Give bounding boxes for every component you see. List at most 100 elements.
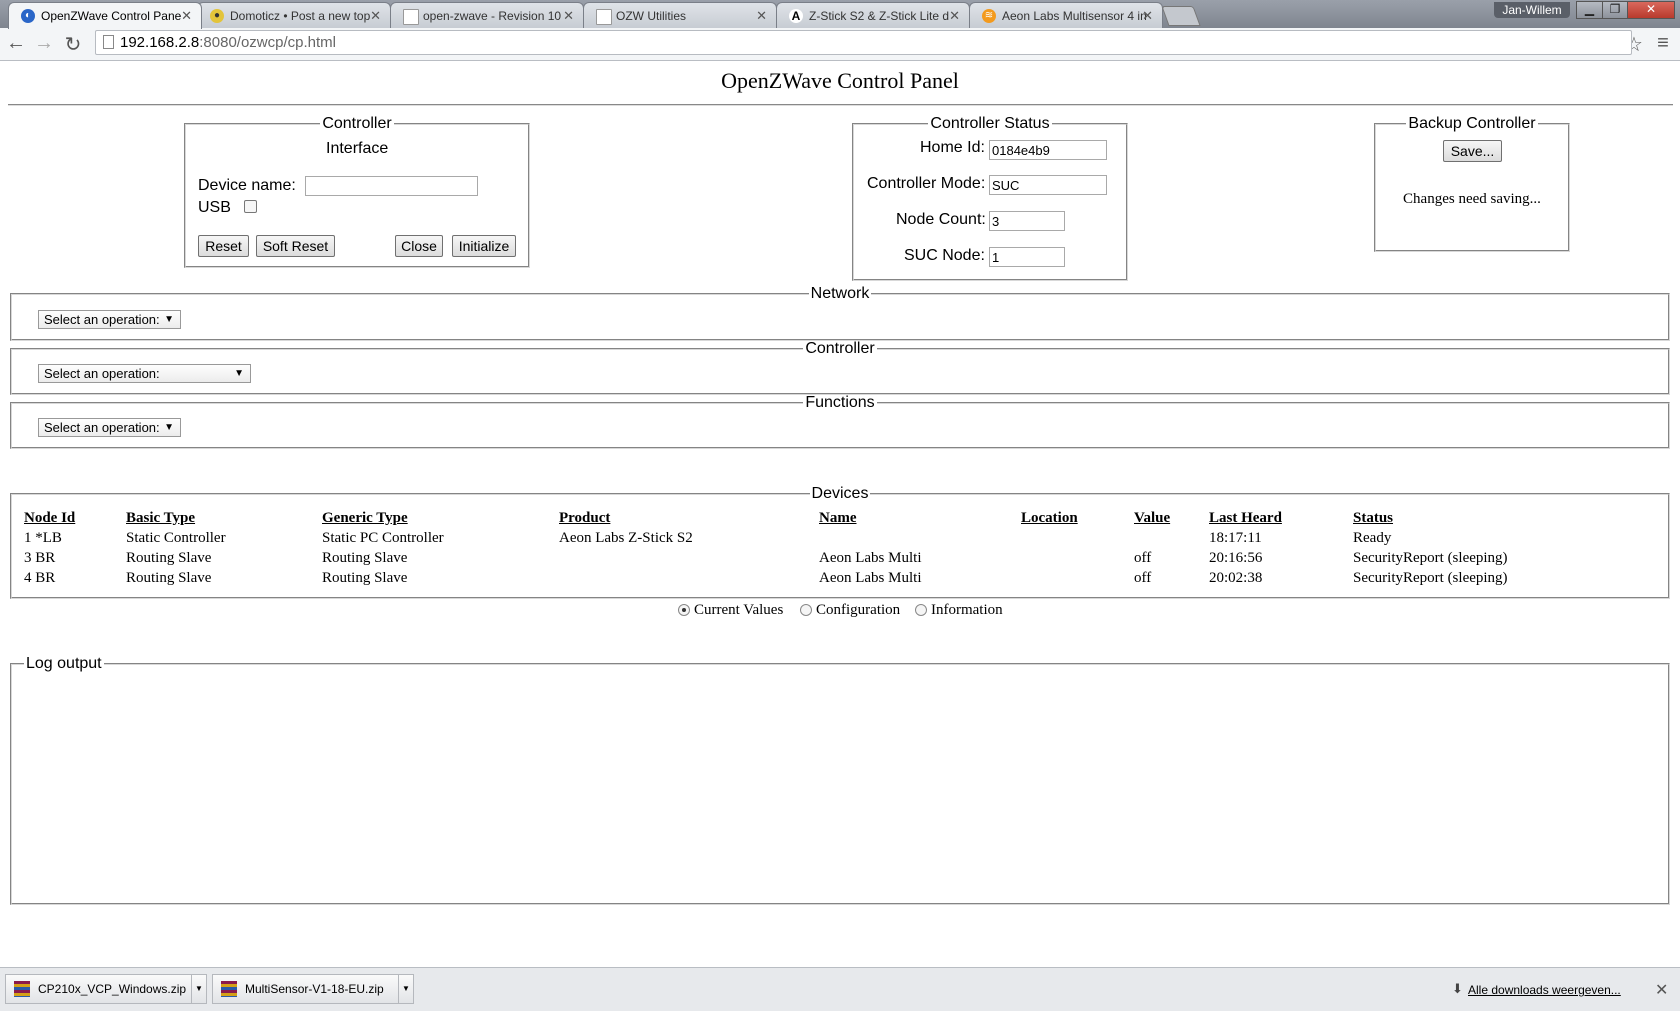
forward-arrow-icon[interactable]: → <box>33 32 55 55</box>
window-close-icon[interactable]: ✕ <box>1627 1 1675 19</box>
status-cell: SecurityReport (sleeping) <box>1353 549 1508 566</box>
tab-domoticz[interactable]: ● Domoticz • Post a new top ✕ <box>197 2 391 28</box>
tab-zstick[interactable]: A Z-Stick S2 & Z-Stick Lite d ✕ <box>776 2 970 28</box>
column-header[interactable]: Last Heard <box>1209 508 1353 528</box>
name-cell: Aeon Labs Multi <box>819 549 922 566</box>
close-download-bar-icon[interactable]: ✕ <box>1655 980 1668 1000</box>
archive-icon <box>221 981 237 997</box>
column-header[interactable]: Location <box>1021 508 1134 528</box>
log-output-box[interactable]: Log output <box>10 655 1670 905</box>
current-values-radio[interactable] <box>678 604 690 616</box>
log-output-legend: Log output <box>26 655 102 672</box>
network-legend: Network <box>810 285 870 302</box>
restore-icon[interactable]: ❐ <box>1602 1 1628 19</box>
profile-name[interactable]: Jan-Willem <box>1494 2 1570 18</box>
dropdown-arrow-icon: ▼ <box>164 314 174 325</box>
column-header[interactable]: Status <box>1353 508 1553 528</box>
generic-type-cell: Static PC Controller <box>322 529 444 546</box>
column-header[interactable]: Generic Type <box>322 508 559 528</box>
minimize-icon[interactable]: ▁ <box>1576 1 1603 19</box>
address-bar[interactable]: 192.168.2.8:8080/ozwcp/cp.html <box>95 30 1632 55</box>
table-row[interactable]: 4 BR Routing Slave Routing Slave Aeon La… <box>24 568 1553 588</box>
basic-type-cell: Routing Slave <box>126 569 212 586</box>
functions-operation-select[interactable]: Select an operation: ▼ <box>38 418 181 437</box>
new-tab-button[interactable] <box>1161 6 1201 26</box>
tab-strip: ◐ OpenZWave Control Pane ✕ ● Domoticz • … <box>0 0 1680 29</box>
title-divider <box>8 104 1673 106</box>
devices-table: Node Id Basic Type Generic Type Product … <box>24 508 1553 588</box>
status-cell: SecurityReport (sleeping) <box>1353 569 1508 586</box>
location-cell <box>1021 548 1134 568</box>
a-letter-icon: A <box>789 9 803 23</box>
close-tab-icon[interactable]: ✕ <box>370 8 381 24</box>
page-title: OpenZWave Control Panel <box>721 68 959 93</box>
table-row[interactable]: 1 *LB Static Controller Static PC Contro… <box>24 528 1553 548</box>
close-tab-icon[interactable]: ✕ <box>756 8 767 24</box>
chevron-down-icon[interactable]: ▼ <box>398 975 413 1003</box>
value-cell: off <box>1134 569 1152 586</box>
suc-node-field[interactable] <box>989 247 1065 267</box>
close-tab-icon[interactable]: ✕ <box>949 8 960 24</box>
controller-operation-select[interactable]: Select an operation: ▼ <box>38 364 251 383</box>
information-radio[interactable] <box>915 604 927 616</box>
node-id-cell: 1 *LB <box>24 529 62 546</box>
controller-operations-legend: Controller <box>805 340 875 357</box>
interface-label: Interface <box>326 140 389 157</box>
column-header[interactable]: Node Id <box>24 508 126 528</box>
tab-open-zwave-revision[interactable]: open-zwave - Revision 10 ✕ <box>390 2 584 28</box>
usb-label: USB <box>198 199 231 216</box>
node-count-label: Node Count: <box>896 211 986 228</box>
page-icon <box>596 9 612 25</box>
current-values-label: Current Values <box>694 602 784 618</box>
basic-type-cell: Routing Slave <box>126 549 212 566</box>
node-id-cell: 3 BR <box>24 549 56 566</box>
device-name-input[interactable] <box>305 176 478 196</box>
product-cell <box>559 548 819 568</box>
table-row[interactable]: 3 BR Routing Slave Routing Slave Aeon La… <box>24 548 1553 568</box>
generic-type-cell: Routing Slave <box>322 549 408 566</box>
back-arrow-icon[interactable]: ← <box>5 32 27 55</box>
download-arrow-icon: ⬇ <box>1452 981 1463 996</box>
backup-controller-legend: Backup Controller <box>1408 115 1536 132</box>
node-count-field[interactable] <box>989 211 1065 231</box>
information-label: Information <box>931 602 1003 618</box>
controller-mode-field[interactable] <box>989 175 1107 195</box>
basic-type-cell: Static Controller <box>126 529 226 546</box>
column-header[interactable]: Product <box>559 508 819 528</box>
page-icon <box>103 35 114 49</box>
reload-icon[interactable]: ↻ <box>62 32 84 57</box>
home-id-field[interactable] <box>989 140 1107 160</box>
show-all-downloads-link[interactable]: Alle downloads weergeven... <box>1468 983 1621 997</box>
download-item[interactable]: CP210x_VCP_Windows.zip ▼ <box>5 974 207 1004</box>
location-cell <box>1021 528 1134 548</box>
close-button[interactable]: Close <box>395 235 443 257</box>
product-cell <box>559 568 819 588</box>
usb-checkbox[interactable] <box>244 200 257 213</box>
download-bar: CP210x_VCP_Windows.zip ▼ MultiSensor-V1-… <box>0 967 1680 1011</box>
functions-legend: Functions <box>805 394 875 411</box>
configuration-radio[interactable] <box>800 604 812 616</box>
suc-node-label: SUC Node: <box>904 247 985 264</box>
node-id-cell: 4 BR <box>24 569 56 586</box>
column-header[interactable]: Name <box>819 508 1021 528</box>
dropdown-arrow-icon: ▼ <box>234 368 244 379</box>
close-tab-icon[interactable]: ✕ <box>181 8 192 24</box>
tab-openzwave[interactable]: ◐ OpenZWave Control Pane ✕ <box>8 2 202 29</box>
initialize-button[interactable]: Initialize <box>452 235 516 257</box>
close-tab-icon[interactable]: ✕ <box>1142 8 1153 24</box>
column-header[interactable]: Basic Type <box>126 508 322 528</box>
generic-type-cell: Routing Slave <box>322 569 408 586</box>
last-heard-cell: 20:02:38 <box>1209 569 1263 586</box>
download-item[interactable]: MultiSensor-V1-18-EU.zip ▼ <box>212 974 414 1004</box>
close-tab-icon[interactable]: ✕ <box>563 8 574 24</box>
save-button[interactable]: Save... <box>1443 140 1502 162</box>
network-operation-select[interactable]: Select an operation: ▼ <box>38 310 181 329</box>
reset-button[interactable]: Reset <box>198 235 249 257</box>
menu-icon[interactable]: ≡ <box>1652 32 1674 55</box>
openzwave-favicon-icon: ◐ <box>21 9 35 23</box>
chevron-down-icon[interactable]: ▼ <box>191 975 206 1003</box>
tab-aeon-multisensor[interactable]: ≋ Aeon Labs Multisensor 4 in ✕ <box>969 2 1163 28</box>
tab-ozw-utilities[interactable]: OZW Utilities ✕ <box>583 2 777 28</box>
column-header[interactable]: Value <box>1134 508 1209 528</box>
soft-reset-button[interactable]: Soft Reset <box>256 235 335 257</box>
